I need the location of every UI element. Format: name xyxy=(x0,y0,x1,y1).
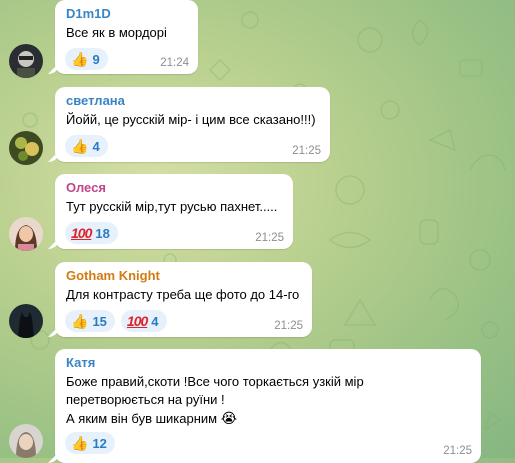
message-time: 21:25 xyxy=(255,232,284,244)
author-name[interactable]: светлана xyxy=(66,93,125,108)
reaction-thumbs-up[interactable]: 👍 12 xyxy=(65,432,115,454)
reaction-count: 4 xyxy=(151,313,159,329)
message-time: 21:25 xyxy=(443,445,472,457)
reactions: 👍 15 100 4 xyxy=(65,310,167,332)
hundred-points-icon: 100 xyxy=(71,225,92,241)
crying-face-icon: 😭 xyxy=(220,410,238,426)
avatar[interactable] xyxy=(9,304,43,338)
message-time: 21:25 xyxy=(274,320,303,332)
message-text: Для контрасту треба ще фото до 14-го xyxy=(66,287,300,302)
message-bubble[interactable]: Катя Боже правий,скоти !Все чого торкаєт… xyxy=(55,349,481,463)
message-text: Все як в мордорі xyxy=(66,25,167,40)
message-text-line: А яким він був шикарним 😭 xyxy=(66,408,237,429)
message-bubble[interactable]: светлана Йойй, це русскій мір- і цим все… xyxy=(55,87,330,162)
reactions: 100 18 xyxy=(65,222,118,244)
thumbs-up-icon: 👍 xyxy=(71,435,89,451)
message-text-line: Боже правий,скоти !Все чого торкається у… xyxy=(66,374,364,389)
reaction-hundred-points[interactable]: 100 18 xyxy=(65,222,118,244)
reaction-count: 18 xyxy=(95,225,110,241)
reaction-thumbs-up[interactable]: 👍 4 xyxy=(65,135,108,157)
message-text-segment: А яким він був шикарним xyxy=(66,411,218,426)
avatar[interactable] xyxy=(9,44,43,78)
reaction-thumbs-up[interactable]: 👍 15 xyxy=(65,310,115,332)
author-name[interactable]: D1m1D xyxy=(66,6,111,21)
message-text-line: перетворюється на руїни ! xyxy=(66,392,225,407)
message-bubble[interactable]: Gotham Knight Для контрасту треба ще фот… xyxy=(55,262,312,337)
author-name[interactable]: Gotham Knight xyxy=(66,268,160,283)
author-name[interactable]: Олеся xyxy=(66,180,106,195)
message-time: 21:24 xyxy=(160,57,189,69)
author-name[interactable]: Катя xyxy=(66,355,95,370)
reaction-count: 15 xyxy=(92,313,107,329)
avatar[interactable] xyxy=(9,424,43,458)
hundred-points-icon: 100 xyxy=(126,313,148,329)
reactions: 👍 9 xyxy=(65,48,108,70)
message-bubble[interactable]: Олеся Тут русскій мір,тут русью пахнет..… xyxy=(55,174,293,249)
message-text: Тут русскій мір,тут русью пахнет..... xyxy=(66,199,278,214)
reaction-hundred-points[interactable]: 100 4 xyxy=(120,310,167,332)
reaction-count: 9 xyxy=(92,51,100,67)
thumbs-up-icon: 👍 xyxy=(71,138,89,154)
message-bubble[interactable]: D1m1D Все як в мордорі 👍 9 21:24 xyxy=(55,0,198,74)
thumbs-up-icon: 👍 xyxy=(71,313,89,329)
reaction-count: 4 xyxy=(92,138,100,154)
avatar[interactable] xyxy=(9,217,43,251)
reactions: 👍 12 xyxy=(65,432,115,454)
message-time: 21:25 xyxy=(292,145,321,157)
avatar[interactable] xyxy=(9,131,43,165)
thumbs-up-icon: 👍 xyxy=(71,51,89,67)
message-text: Йойй, це русскій мір- і цим все сказано!… xyxy=(66,112,316,127)
reactions: 👍 4 xyxy=(65,135,108,157)
reaction-thumbs-up[interactable]: 👍 9 xyxy=(65,48,108,70)
reaction-count: 12 xyxy=(92,435,107,451)
